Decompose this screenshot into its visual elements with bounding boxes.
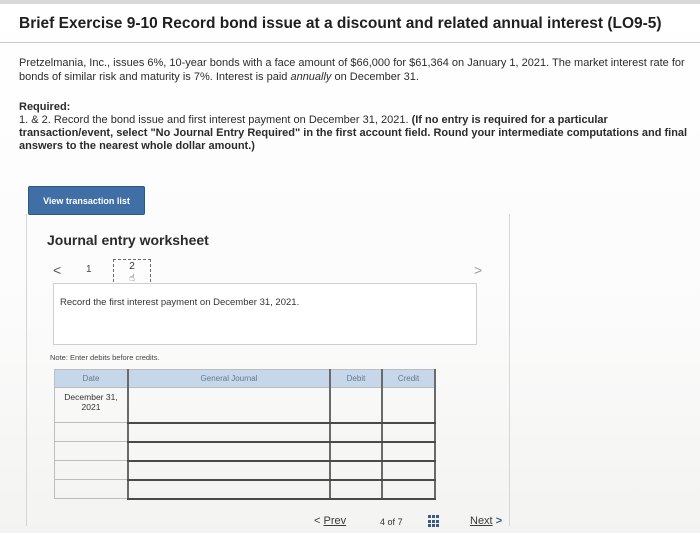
journal-entry-table: Date General Journal Debit Credit Decemb… bbox=[54, 369, 436, 500]
debit-input[interactable] bbox=[329, 387, 383, 424]
worksheet-page-2-label: 2 bbox=[129, 261, 135, 272]
exercise-title: Brief Exercise 9-10 Record bond issue at… bbox=[19, 15, 662, 32]
worksheet-next-arrow[interactable]: > bbox=[474, 262, 482, 278]
debits-credits-note: Note: Enter debits before credits. bbox=[50, 353, 160, 362]
date-cell bbox=[54, 422, 129, 442]
credit-input[interactable] bbox=[381, 422, 436, 443]
date-cell bbox=[54, 460, 129, 480]
date-cell bbox=[54, 441, 129, 461]
account-input[interactable] bbox=[127, 441, 331, 462]
exercise-description: Pretzelmania, Inc., issues 6%, 10-year b… bbox=[19, 56, 699, 84]
question-counter: 4 of 7 bbox=[380, 517, 403, 527]
credit-input[interactable] bbox=[381, 460, 436, 481]
account-input[interactable] bbox=[127, 479, 331, 500]
worksheet-page-1[interactable]: 1 bbox=[86, 264, 92, 275]
prev-label: Prev bbox=[323, 515, 347, 527]
account-input[interactable] bbox=[127, 387, 331, 424]
counter-of: of bbox=[387, 517, 396, 527]
account-input[interactable] bbox=[127, 460, 331, 481]
required-instructions: 1. & 2. Record the bond issue and first … bbox=[19, 114, 689, 153]
worksheet-title: Journal entry worksheet bbox=[47, 232, 209, 248]
date-cell: December 31, 2021 bbox=[54, 387, 129, 423]
date-line-2: 2021 bbox=[81, 402, 101, 412]
instruction-text: Record the first interest payment on Dec… bbox=[60, 297, 300, 308]
worksheet-prev-arrow[interactable]: < bbox=[53, 262, 61, 278]
current-question: 4 bbox=[380, 517, 386, 527]
header-general-journal: General Journal bbox=[127, 369, 331, 388]
header-date: Date bbox=[54, 369, 129, 388]
header-credit: Credit bbox=[381, 369, 436, 388]
table-row: December 31, 2021 bbox=[54, 387, 436, 424]
debit-input[interactable] bbox=[329, 441, 383, 462]
table-row bbox=[54, 441, 436, 462]
table-row bbox=[54, 460, 436, 481]
credit-input[interactable] bbox=[381, 479, 436, 500]
title-divider bbox=[0, 42, 700, 43]
top-rule bbox=[0, 0, 700, 4]
required-heading: Required: bbox=[19, 101, 71, 113]
required-plain-text: 1. & 2. Record the bond issue and first … bbox=[19, 114, 412, 126]
table-row bbox=[54, 422, 436, 443]
grid-icon[interactable] bbox=[428, 515, 441, 528]
debit-input[interactable] bbox=[329, 479, 383, 500]
instruction-box bbox=[53, 283, 477, 345]
account-input[interactable] bbox=[127, 422, 331, 443]
bottom-navigation: < Prev 4 of 7 Next > bbox=[0, 512, 700, 533]
total-questions: 7 bbox=[397, 517, 403, 527]
view-transaction-list-button[interactable]: View transaction list bbox=[28, 186, 145, 215]
prev-arrow-icon: < bbox=[314, 515, 321, 527]
debit-input[interactable] bbox=[329, 422, 383, 443]
date-cell bbox=[54, 479, 129, 499]
prev-button[interactable]: < Prev bbox=[314, 515, 346, 527]
date-line-1: December 31, bbox=[64, 392, 118, 402]
next-arrow-icon: > bbox=[495, 515, 503, 527]
credit-input[interactable] bbox=[381, 441, 436, 462]
next-button[interactable]: Next > bbox=[470, 515, 502, 527]
table-row bbox=[54, 479, 436, 500]
description-emphasis: annually bbox=[290, 71, 332, 83]
next-label: Next bbox=[470, 515, 493, 527]
header-debit: Debit bbox=[329, 369, 383, 388]
credit-input[interactable] bbox=[381, 387, 436, 424]
debit-input[interactable] bbox=[329, 460, 383, 481]
table-header-row: Date General Journal Debit Credit bbox=[54, 369, 436, 388]
description-text-b: on December 31. bbox=[331, 71, 419, 83]
